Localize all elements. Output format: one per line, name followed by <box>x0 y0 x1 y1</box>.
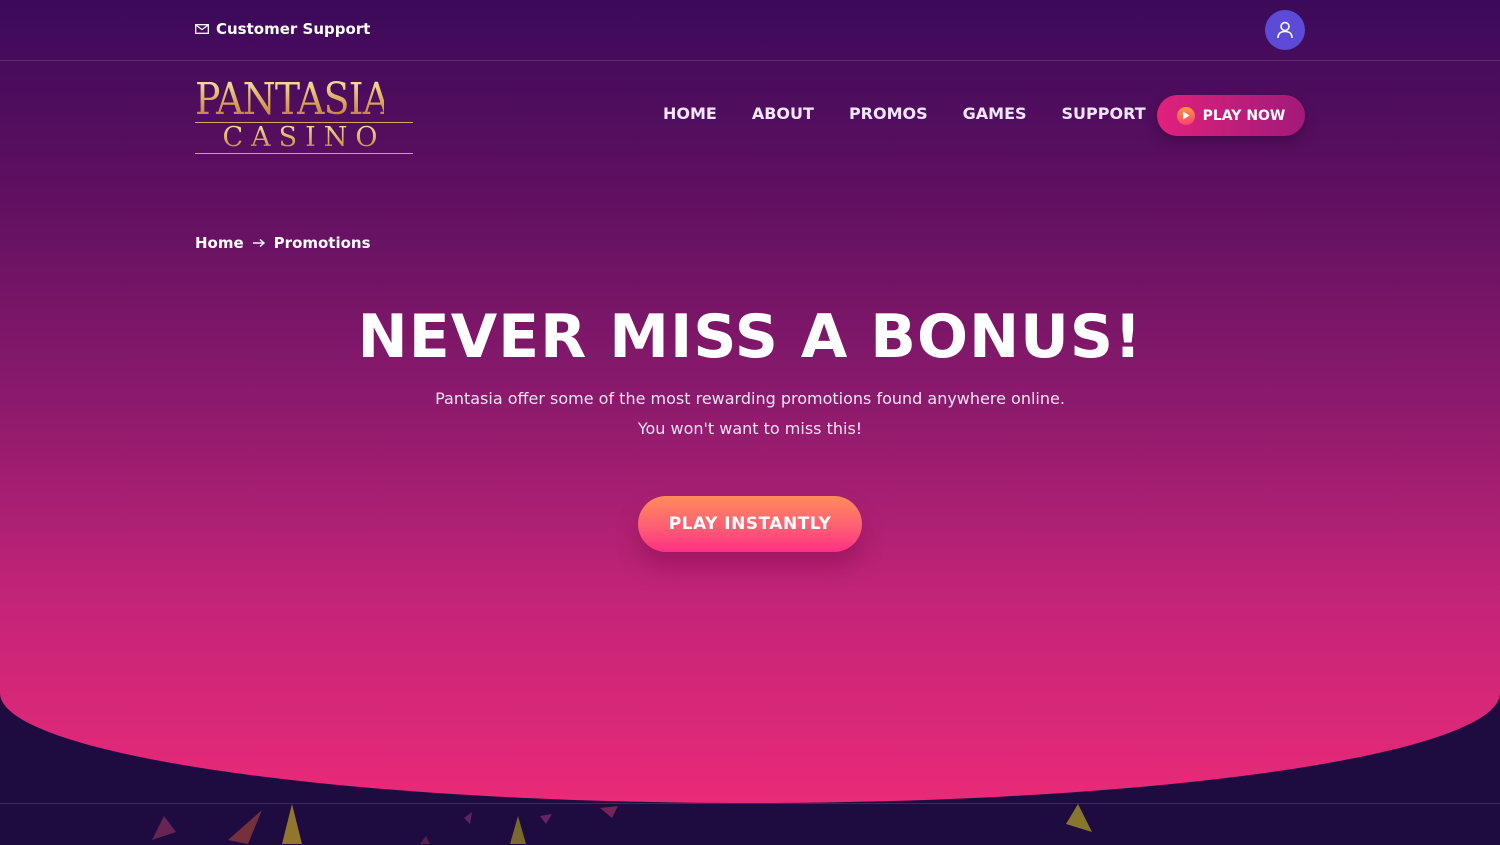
breadcrumb-home[interactable]: Home <box>195 234 244 252</box>
mail-icon <box>195 24 209 34</box>
play-now-label: PLAY NOW <box>1202 107 1286 124</box>
play-icon <box>1176 106 1195 125</box>
nav-games[interactable]: GAMES <box>963 104 1027 126</box>
nav-promos[interactable]: PROMOS <box>849 104 928 126</box>
nav-about[interactable]: ABOUT <box>752 104 814 126</box>
nav-support[interactable]: SUPPORT <box>1062 104 1146 126</box>
play-instantly-button[interactable]: PLAY INSTANTLY <box>638 496 862 552</box>
main-nav: HOME ABOUT PROMOS GAMES SUPPORT <box>663 104 1146 126</box>
top-bar: Customer Support <box>0 0 1500 61</box>
user-icon <box>1277 21 1293 39</box>
hero-subtitle-line-2: You won't want to miss this! <box>637 419 863 438</box>
pantasia-casino-logo[interactable]: PANTASIA CASINO <box>195 78 415 156</box>
logo-wordmark-top: PANTASIA <box>195 74 390 125</box>
breadcrumb-current: Promotions <box>273 234 371 252</box>
account-button[interactable] <box>1265 10 1305 50</box>
hero-subtitle-line-1: Pantasia offer some of the most rewardin… <box>435 389 1065 408</box>
play-instantly-label: PLAY INSTANTLY <box>668 514 832 534</box>
arrow-right-icon <box>252 238 265 248</box>
confetti-decoration <box>152 804 1092 844</box>
page-title: NEVER MISS A BONUS! <box>357 302 1143 372</box>
nav-home[interactable]: HOME <box>663 104 717 126</box>
customer-support-link[interactable]: Customer Support <box>195 18 370 40</box>
logo-wordmark-bottom: CASINO <box>195 122 413 154</box>
customer-support-label: Customer Support <box>216 20 371 38</box>
play-now-button[interactable]: PLAY NOW <box>1157 95 1305 136</box>
breadcrumb: Home Promotions <box>195 232 371 254</box>
